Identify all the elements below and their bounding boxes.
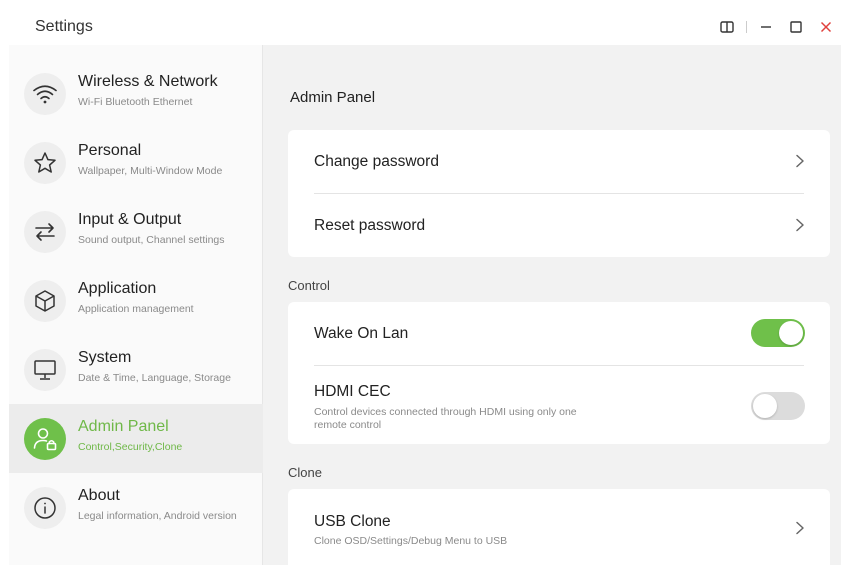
sidebar-item-title: System <box>78 349 132 366</box>
settings-window: Settings Wireless & Network Wi-Fi Blueto… <box>9 9 841 565</box>
sidebar-item-personal[interactable]: Personal Wallpaper, Multi-Window Mode <box>9 128 263 197</box>
sidebar-item-input-output[interactable]: Input & Output Sound output, Channel set… <box>9 197 263 266</box>
sidebar-item-subtitle: Sound output, Channel settings <box>78 234 225 246</box>
sidebar-item-admin-panel[interactable]: Admin Panel Control,Security,Clone <box>9 404 263 473</box>
sidebar-item-subtitle: Wallpaper, Multi-Window Mode <box>78 165 223 177</box>
sidebar-item-title: About <box>78 487 120 504</box>
sidebar-item-title: Admin Panel <box>78 418 169 435</box>
window-controls <box>712 9 841 45</box>
toggle-knob <box>779 321 803 345</box>
usb-clone-label: USB Clone <box>314 513 391 530</box>
sidebar-item-wireless-network[interactable]: Wireless & Network Wi-Fi Bluetooth Ether… <box>9 59 263 128</box>
sidebar-item-application[interactable]: Application Application management <box>9 266 263 335</box>
sidebar-item-subtitle: Date & Time, Language, Storage <box>78 372 231 384</box>
sidebar-item-subtitle: Control,Security,Clone <box>78 441 183 453</box>
control-card: Wake On Lan HDMI CEC Control devices con… <box>288 302 830 444</box>
control-section-label: Control <box>288 278 330 293</box>
usb-clone-row[interactable]: USB Clone Clone OSD/Settings/Debug Menu … <box>288 489 830 565</box>
close-icon <box>820 21 832 33</box>
title-bar: Settings <box>9 9 841 45</box>
chevron-right-icon <box>796 218 804 232</box>
minimize-icon <box>761 26 771 28</box>
change-password-label: Change password <box>314 153 439 170</box>
change-password-row[interactable]: Change password <box>288 130 830 193</box>
chevron-right-icon <box>796 154 804 168</box>
clone-section-label: Clone <box>288 465 322 480</box>
toggle-knob <box>753 394 777 418</box>
swap-arrows-icon <box>24 211 66 253</box>
wake-on-lan-toggle[interactable] <box>751 319 805 347</box>
reset-password-label: Reset password <box>314 217 426 234</box>
wake-on-lan-label: Wake On Lan <box>314 325 409 342</box>
sidebar-item-subtitle: Application management <box>78 303 194 315</box>
cube-icon <box>24 280 66 322</box>
minimize-button[interactable] <box>751 9 781 45</box>
star-icon <box>24 142 66 184</box>
page-title: Admin Panel <box>290 89 376 106</box>
maximize-icon <box>790 21 802 33</box>
split-view-icon <box>720 21 734 33</box>
hdmi-cec-label: HDMI CEC <box>314 383 391 400</box>
sidebar-item-title: Personal <box>78 142 142 159</box>
hdmi-cec-row: HDMI CEC Control devices connected throu… <box>288 366 830 444</box>
chevron-right-icon <box>796 521 804 535</box>
close-button[interactable] <box>811 9 841 45</box>
sidebar-item-subtitle: Legal information, Android version <box>78 510 237 522</box>
usb-clone-description: Clone OSD/Settings/Debug Menu to USB <box>314 535 508 547</box>
sidebar-item-title: Wireless & Network <box>78 73 218 90</box>
sidebar-item-subtitle: Wi-Fi Bluetooth Ethernet <box>78 96 193 108</box>
info-icon <box>24 487 66 529</box>
admin-panel-content: Admin Panel Change password Reset passwo… <box>263 45 841 565</box>
sidebar-item-title: Application <box>78 280 157 297</box>
clone-card: USB Clone Clone OSD/Settings/Debug Menu … <box>288 489 830 565</box>
hdmi-cec-toggle[interactable] <box>751 392 805 420</box>
wake-on-lan-row: Wake On Lan <box>288 302 830 365</box>
window-title: Settings <box>35 18 93 35</box>
password-card: Change password Reset password <box>288 130 830 257</box>
title-bar-separator <box>746 21 747 33</box>
wifi-icon <box>24 73 66 115</box>
sidebar-item-system[interactable]: System Date & Time, Language, Storage <box>9 335 263 404</box>
split-view-button[interactable] <box>712 9 742 45</box>
admin-user-lock-icon <box>24 418 66 460</box>
hdmi-cec-description: Control devices connected through HDMI u… <box>314 406 577 431</box>
maximize-button[interactable] <box>781 9 811 45</box>
sidebar-item-title: Input & Output <box>78 211 182 228</box>
settings-sidebar: Wireless & Network Wi-Fi Bluetooth Ether… <box>9 45 263 565</box>
monitor-icon <box>24 349 66 391</box>
sidebar-item-about[interactable]: About Legal information, Android version <box>9 473 263 542</box>
reset-password-row[interactable]: Reset password <box>288 194 830 257</box>
